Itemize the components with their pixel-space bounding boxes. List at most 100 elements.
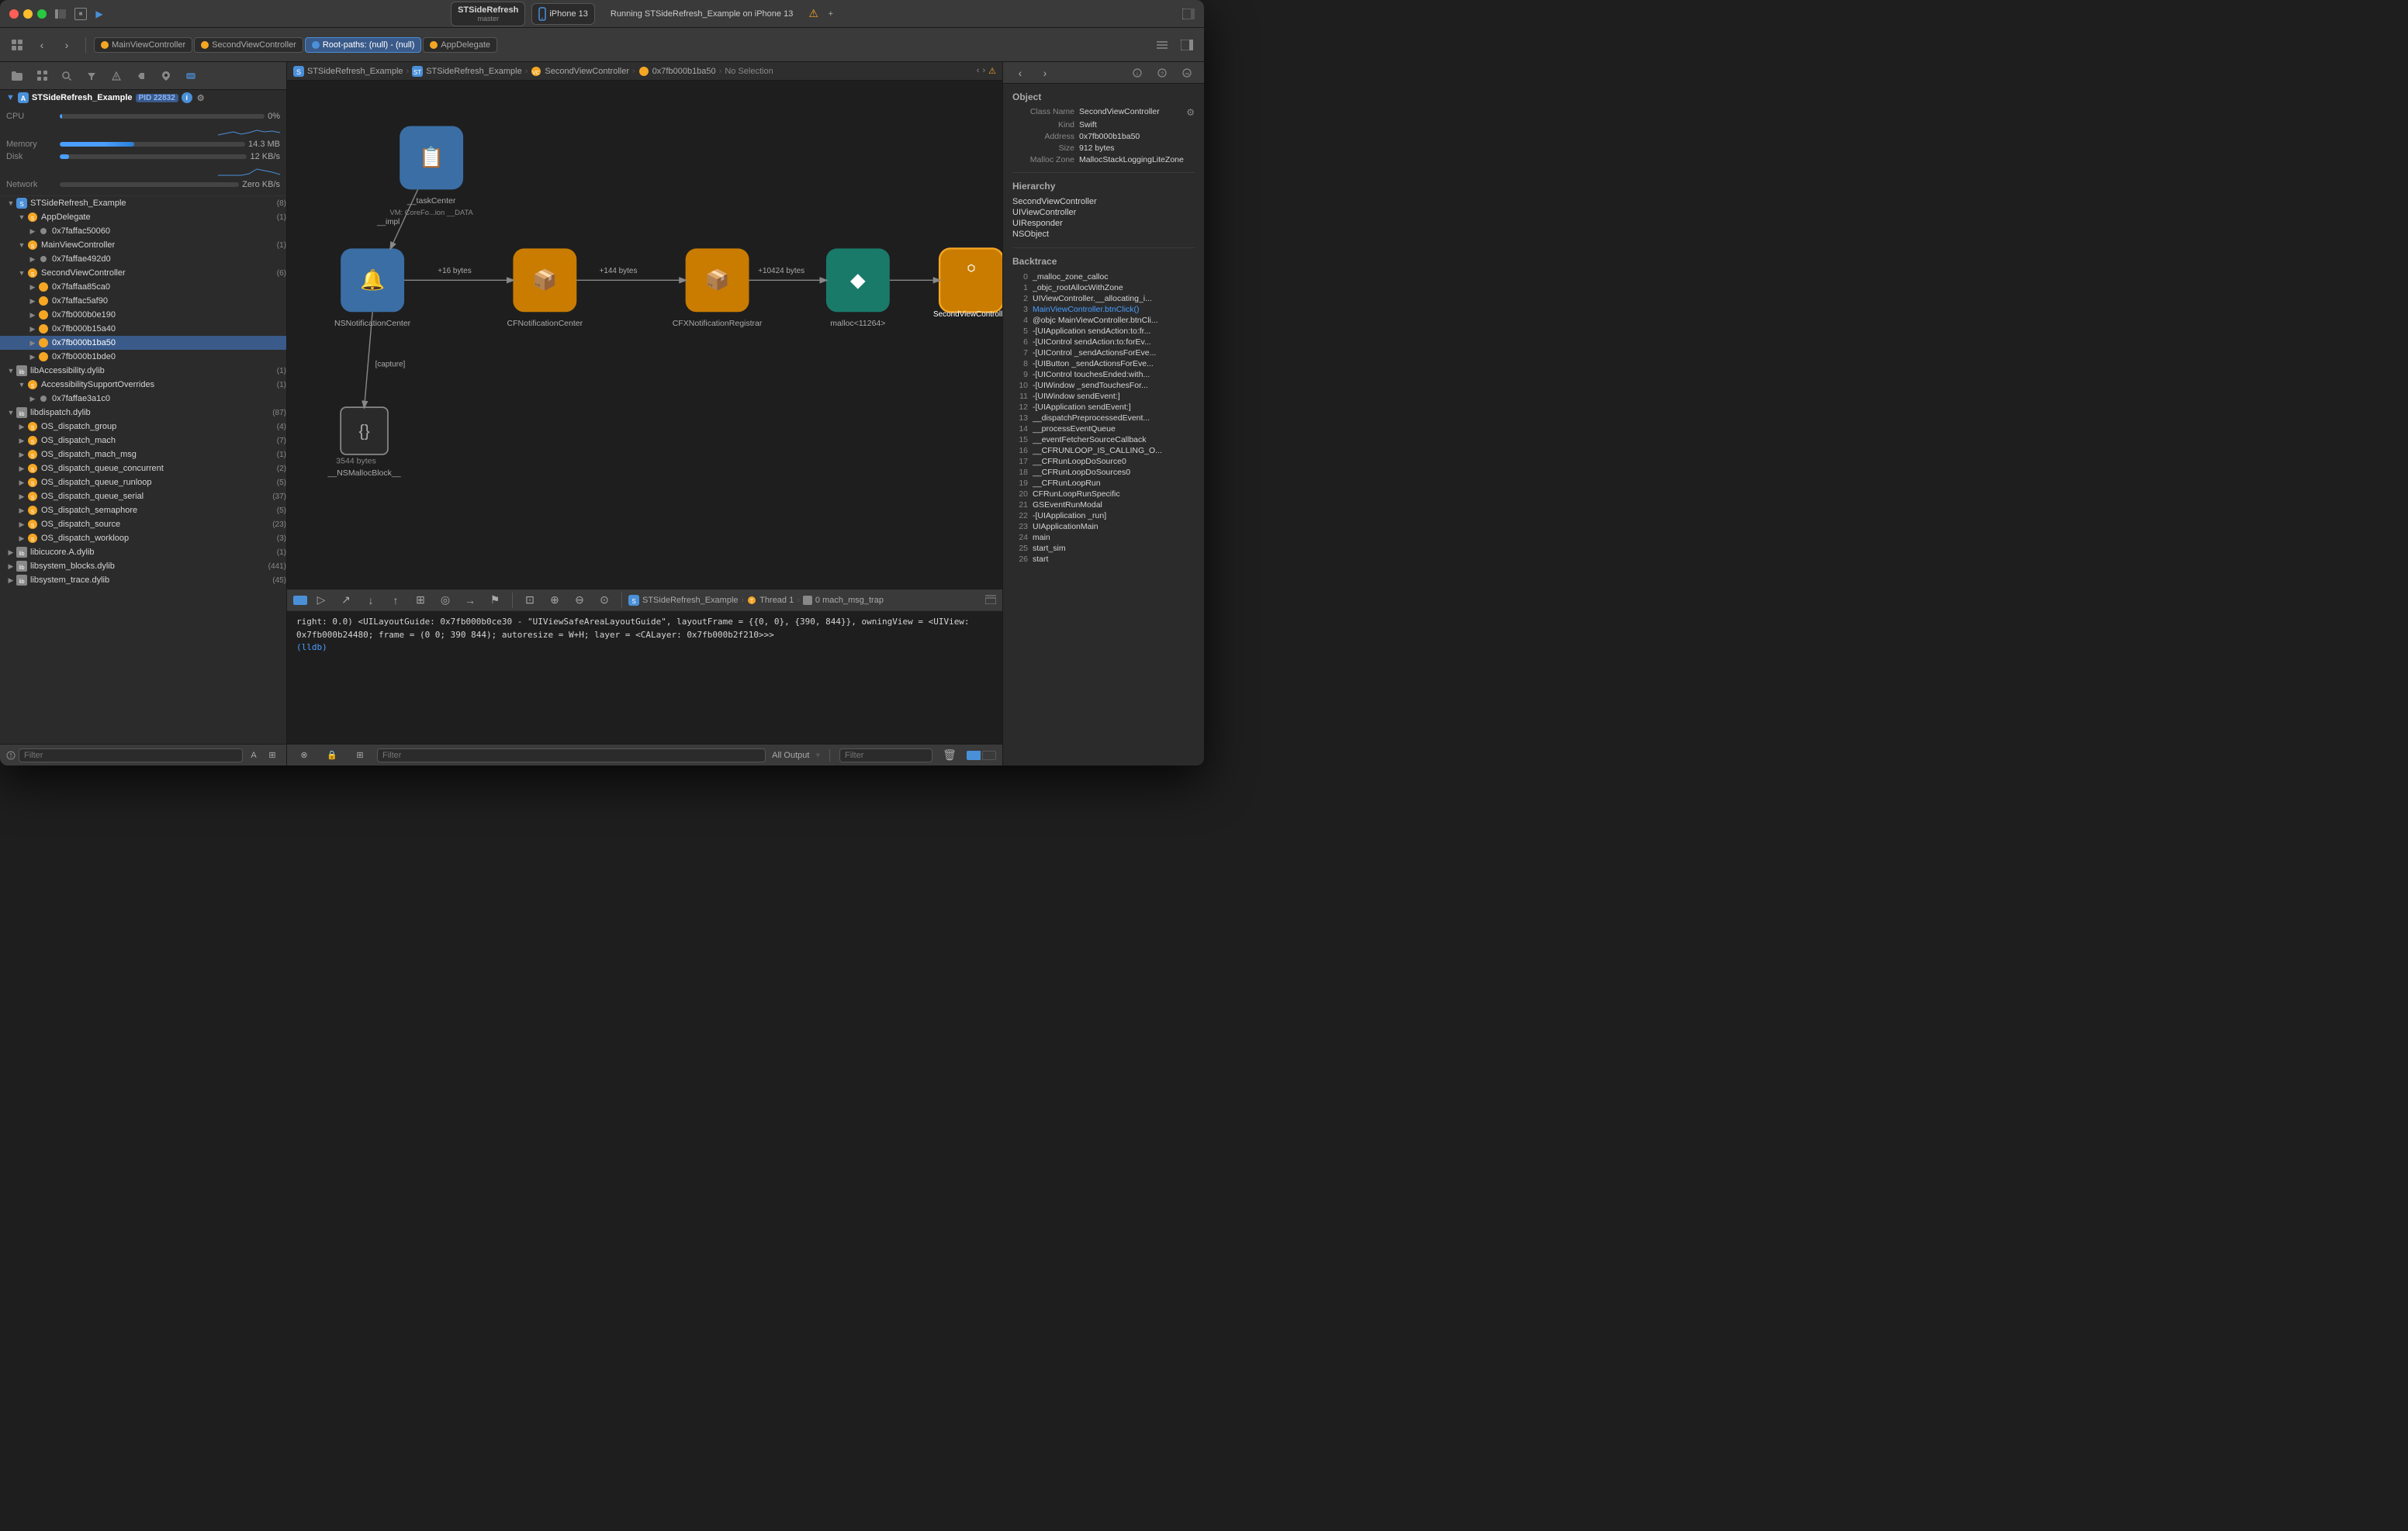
- tree-toggle[interactable]: ▶: [28, 310, 37, 320]
- minimize-button[interactable]: [23, 9, 33, 19]
- debug-environment-icon[interactable]: ◎: [434, 589, 456, 611]
- tree-item-libsystemtracedylib[interactable]: ▶liblibsystem_trace.dylib(45): [0, 573, 286, 587]
- debug-simulate-icon[interactable]: →: [459, 589, 481, 611]
- sidebar-toggle-icon[interactable]: [53, 9, 68, 19]
- hierarchy-item[interactable]: NSObject: [1012, 229, 1195, 240]
- backtrace-item[interactable]: 25 start_sim: [1012, 543, 1195, 554]
- tree-toggle[interactable]: ▶: [6, 562, 16, 571]
- console-search-input[interactable]: [839, 748, 932, 762]
- process-settings-icon[interactable]: ⚙: [197, 93, 205, 103]
- tree-item-OSdispatchmachmsg[interactable]: ▶SOS_dispatch_mach_msg(1): [0, 448, 286, 461]
- tree-item-AccessibilitySupportOverrides[interactable]: ▼SAccessibilitySupportOverrides(1): [0, 378, 286, 392]
- backtrace-item[interactable]: 13 __dispatchPreprocessedEvent...: [1012, 413, 1195, 423]
- scheme-selector[interactable]: STSideRefresh master: [451, 2, 525, 26]
- backtrace-item[interactable]: 3 MainViewController.btnClick(): [1012, 304, 1195, 315]
- tree-item-libdispatchdylib[interactable]: ▼liblibdispatch.dylib(87): [0, 406, 286, 420]
- hierarchy-item[interactable]: UIViewController: [1012, 207, 1195, 218]
- console-view-toggle-right[interactable]: [982, 751, 996, 760]
- backtrace-item[interactable]: 1 _objc_rootAllocWithZone: [1012, 282, 1195, 293]
- backtrace-item[interactable]: 8 -[UIButton _sendActionsForEve...: [1012, 358, 1195, 369]
- zoom-out-icon[interactable]: ⊖: [569, 589, 590, 611]
- backtrace-item[interactable]: 22 -[UIApplication _run]: [1012, 510, 1195, 521]
- memory-icon[interactable]: [180, 65, 202, 87]
- console-filter-input[interactable]: [377, 748, 766, 762]
- tree-item-STSideRefreshExample[interactable]: ▼SSTSideRefresh_Example(8): [0, 196, 286, 210]
- forward-button[interactable]: ›: [56, 34, 78, 56]
- search-sidebar-icon[interactable]: [56, 65, 78, 87]
- tree-toggle[interactable]: ▼: [17, 213, 26, 222]
- backtrace-item[interactable]: 12 -[UIApplication sendEvent:]: [1012, 402, 1195, 413]
- filter-options-icon[interactable]: A: [246, 748, 261, 763]
- debug-settings-icon[interactable]: ⚑: [484, 589, 506, 611]
- console-lock-icon[interactable]: 🔒: [321, 745, 343, 766]
- process-info-icon[interactable]: i: [182, 92, 192, 103]
- breadcrumb-4[interactable]: 0x7fb000b1ba50: [652, 67, 716, 76]
- tree-item-0x7fb000b1ba50[interactable]: ▶0x7fb000b1ba50: [0, 336, 286, 350]
- backtrace-item[interactable]: 7 -[UIControl _sendActionsForEve...: [1012, 347, 1195, 358]
- backtrace-item[interactable]: 4 @objc MainViewController.btnCli...: [1012, 315, 1195, 326]
- debug-view-toggle[interactable]: [293, 596, 307, 605]
- debug-hierarchy-icon[interactable]: ⊞: [410, 589, 431, 611]
- tree-toggle[interactable]: ▼: [17, 240, 26, 250]
- debug-step-out-icon[interactable]: ↑: [385, 589, 407, 611]
- backtrace-item[interactable]: 15 __eventFetcherSourceCallback: [1012, 434, 1195, 445]
- breakpoint-icon[interactable]: [130, 65, 152, 87]
- console-output-type-icon[interactable]: ⊞: [349, 745, 371, 766]
- tab-root-paths[interactable]: Root-paths: (null) - (null): [305, 37, 422, 53]
- tree-item-0x7faffae492d0[interactable]: ▶0x7faffae492d0: [0, 252, 286, 266]
- tree-item-0x7faffae3a1c0[interactable]: ▶0x7faffae3a1c0: [0, 392, 286, 406]
- debug-step-into-icon[interactable]: ↓: [360, 589, 382, 611]
- inspector-tab-1[interactable]: i: [1126, 62, 1148, 84]
- tree-toggle[interactable]: ▶: [17, 478, 26, 487]
- tree-toggle[interactable]: ▶: [28, 338, 37, 347]
- tree-toggle[interactable]: ▼: [6, 366, 16, 375]
- tree-toggle[interactable]: ▶: [28, 352, 37, 361]
- console-view-toggle-left[interactable]: [967, 751, 981, 760]
- warning-sidebar-icon[interactable]: [106, 65, 127, 87]
- tree-item-OSdispatchsource[interactable]: ▶SOS_dispatch_source(23): [0, 517, 286, 531]
- inspector-panel-toggle[interactable]: [1176, 34, 1198, 56]
- tree-item-OSdispatchgroup[interactable]: ▶SOS_dispatch_group(4): [0, 420, 286, 434]
- backtrace-item[interactable]: 10 -[UIWindow _sendTouchesFor...: [1012, 380, 1195, 391]
- tree-item-0x7fb000b15a40[interactable]: ▶0x7fb000b15a40: [0, 322, 286, 336]
- hierarchy-item[interactable]: UIResponder: [1012, 218, 1195, 229]
- tree-item-0x7faffac5af90[interactable]: ▶0x7faffac5af90: [0, 294, 286, 308]
- tree-item-OSdispatchqueueconcurrent[interactable]: ▶SOS_dispatch_queue_concurrent(2): [0, 461, 286, 475]
- console-trash-icon[interactable]: 🗑: [939, 745, 960, 766]
- tree-toggle[interactable]: ▶: [28, 394, 37, 403]
- backtrace-item[interactable]: 21 GSEventRunModal: [1012, 499, 1195, 510]
- inspector-nav-next[interactable]: ›: [1034, 62, 1056, 84]
- tree-item-libsystemblocksdylib[interactable]: ▶liblibsystem_blocks.dylib(441): [0, 559, 286, 573]
- tree-toggle[interactable]: ▶: [6, 548, 16, 557]
- zoom-fit-icon[interactable]: ⊡: [519, 589, 541, 611]
- debug-step-over-icon[interactable]: ↗: [335, 589, 357, 611]
- tree-toggle[interactable]: ▶: [28, 226, 37, 236]
- filter-sidebar-icon[interactable]: [81, 65, 102, 87]
- breadcrumb-1[interactable]: STSideRefresh_Example: [307, 67, 403, 76]
- filter-input[interactable]: [19, 748, 243, 762]
- maximize-button[interactable]: [37, 9, 47, 19]
- grid-icon[interactable]: [31, 65, 53, 87]
- tree-toggle[interactable]: ▼: [6, 408, 16, 417]
- tree-item-AppDelegate[interactable]: ▼SAppDelegate(1): [0, 210, 286, 224]
- tree-toggle[interactable]: ▶: [17, 436, 26, 445]
- tree-item-0x7fb000b0e190[interactable]: ▶0x7fb000b0e190: [0, 308, 286, 322]
- breadcrumb-2[interactable]: STSideRefresh_Example: [426, 67, 522, 76]
- memory-graph-canvas[interactable]: 📋 __taskCenter VM: CoreFo...ion __DATA 🔔…: [287, 81, 1002, 589]
- backtrace-item[interactable]: 20 CFRunLoopRunSpecific: [1012, 489, 1195, 499]
- tree-item-OSdispatchmach[interactable]: ▶SOS_dispatch_mach(7): [0, 434, 286, 448]
- tree-toggle[interactable]: ▼: [6, 199, 16, 208]
- tree-item-0x7faffac50060[interactable]: ▶0x7faffac50060: [0, 224, 286, 238]
- tree-toggle[interactable]: ▶: [17, 464, 26, 473]
- backtrace-item[interactable]: 11 -[UIWindow sendEvent:]: [1012, 391, 1195, 402]
- zoom-in-icon[interactable]: ⊕: [544, 589, 566, 611]
- tree-item-SecondViewController[interactable]: ▼SSecondViewController(6): [0, 266, 286, 280]
- backtrace-item[interactable]: 2 UIViewController.__allocating_i...: [1012, 293, 1195, 304]
- backtrace-item[interactable]: 18 __CFRunLoopDoSources0: [1012, 467, 1195, 478]
- tree-item-0x7faffaa85ca0[interactable]: ▶0x7faffaa85ca0: [0, 280, 286, 294]
- tree-toggle[interactable]: ▶: [17, 422, 26, 431]
- tree-item-OSdispatchqueueserial[interactable]: ▶SOS_dispatch_queue_serial(37): [0, 489, 286, 503]
- tree-item-OSdispatchqueuerunloop[interactable]: ▶SOS_dispatch_queue_runloop(5): [0, 475, 286, 489]
- debug-expand-icon[interactable]: [985, 593, 996, 607]
- hierarchy-item[interactable]: SecondViewController: [1012, 196, 1195, 207]
